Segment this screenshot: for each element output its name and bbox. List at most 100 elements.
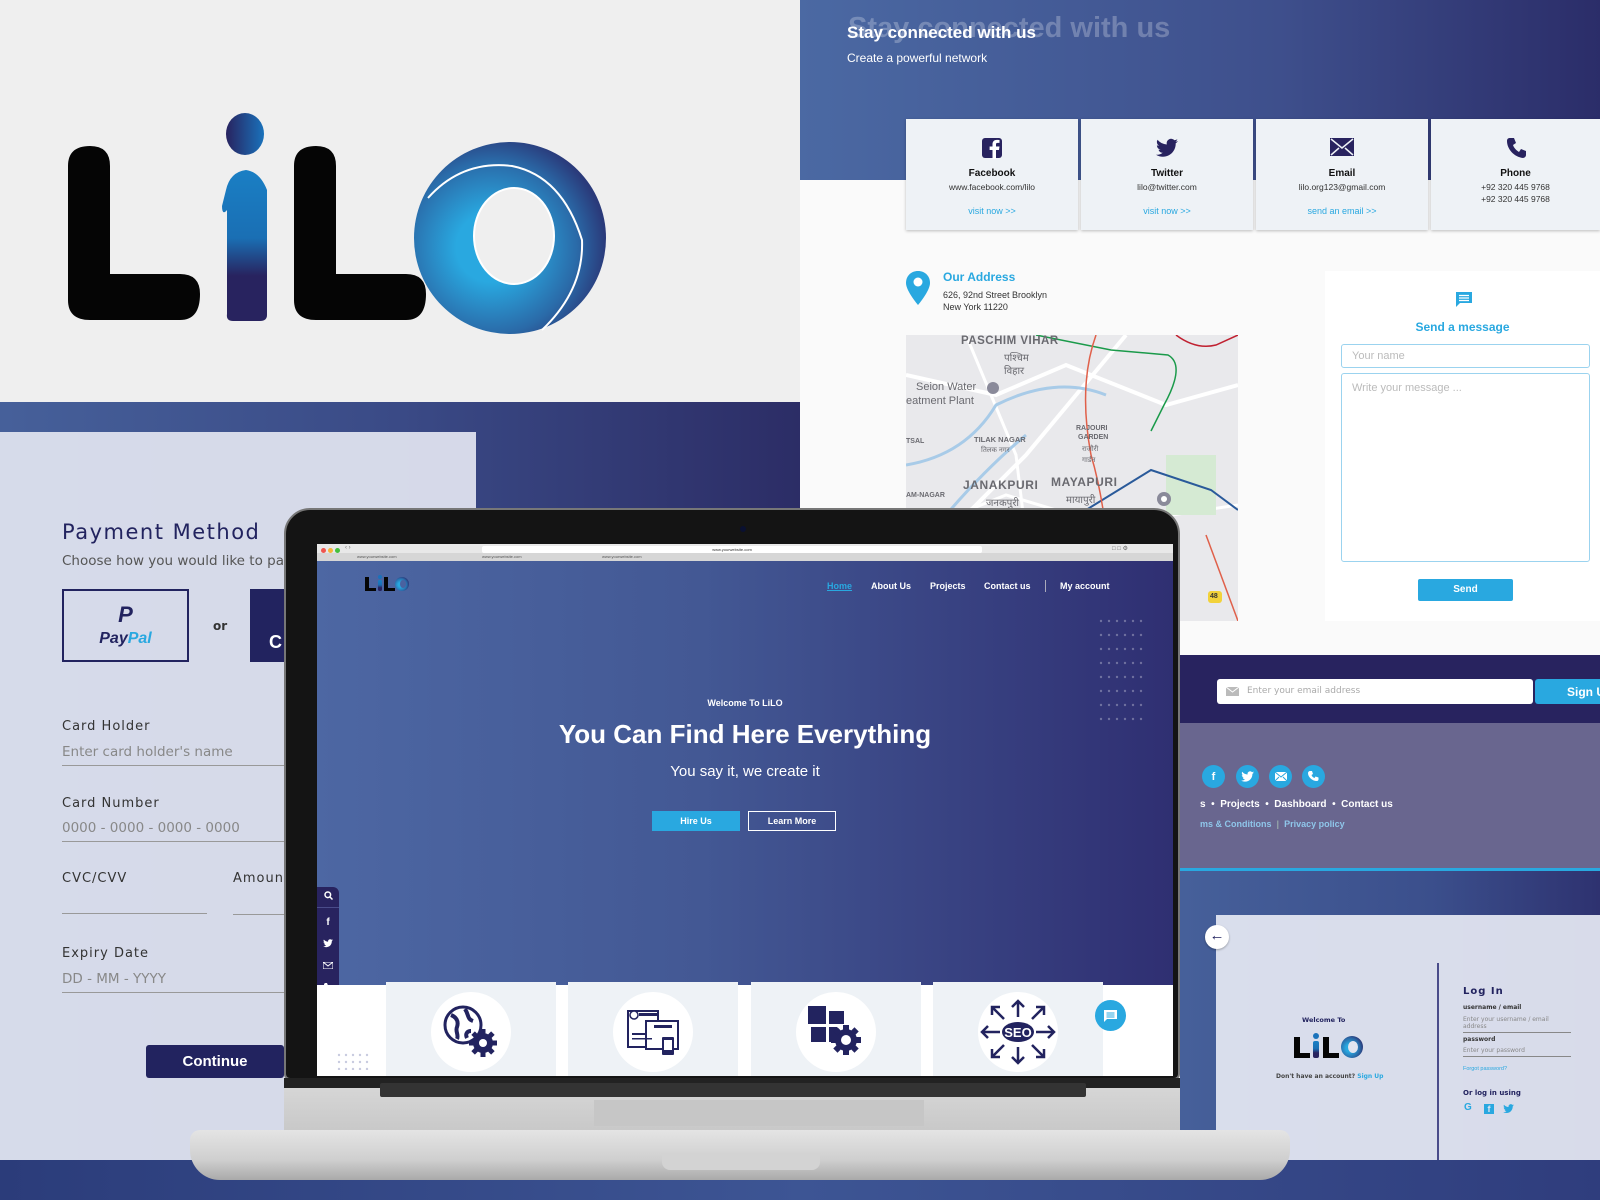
your-name-input[interactable]: Your name [1341, 344, 1590, 368]
contact-card-phone: Phone +92 320 445 9768 +92 320 445 9768 [1431, 119, 1600, 230]
card-value: +92 320 445 9768 [1481, 182, 1550, 192]
password-label: password [1463, 1036, 1496, 1043]
service-card[interactable] [386, 982, 556, 1076]
map-label: तिलक नगर [981, 447, 1010, 454]
expiry-label: Expiry Date [62, 946, 150, 961]
contact-card-facebook: Facebook www.facebook.com/lilo visit now… [906, 119, 1078, 230]
nav-my-account[interactable]: My account [1060, 581, 1110, 591]
visit-link[interactable]: visit now >> [1081, 206, 1253, 216]
google-login-icon[interactable]: G [1464, 1102, 1472, 1113]
facebook-icon[interactable]: f [317, 917, 339, 928]
email-icon[interactable] [317, 961, 339, 972]
laptop-notch [662, 1153, 820, 1170]
twitter-login-icon[interactable] [1503, 1104, 1514, 1114]
amount-input[interactable] [233, 898, 284, 915]
payment-title: Payment Method [62, 520, 261, 544]
expiry-input[interactable]: DD - MM - YYYY [62, 971, 284, 993]
or-login-using: Or log in using [1463, 1089, 1521, 1097]
card-title: Twitter [1150, 168, 1184, 179]
map-highway-badge: 48 [1210, 593, 1218, 600]
contact-subtitle: Create a powerful network [847, 51, 988, 65]
footer-facebook-icon[interactable]: f [1202, 765, 1225, 788]
card-value: lilo.org123@gmail.com [1298, 182, 1386, 192]
map-label: पश्चिम [1004, 353, 1029, 364]
forgot-password-link[interactable]: Forgot password? [1463, 1066, 1507, 1072]
service-card[interactable] [751, 982, 921, 1076]
footer-link-contact[interactable]: Contact us [1341, 799, 1393, 810]
footer-phone-icon[interactable] [1302, 765, 1325, 788]
map-label: राजौरी [1082, 446, 1099, 453]
map-label: TSAL [906, 438, 925, 445]
browser-tab[interactable]: www.yourwebsite.com [602, 553, 642, 561]
nav-about-us[interactable]: About Us [871, 581, 911, 591]
browser-tab[interactable]: www.yourwebsite.com [357, 553, 397, 561]
footer-twitter-icon[interactable] [1236, 765, 1259, 788]
chat-icon [1104, 1009, 1117, 1022]
payment-subtitle: Choose how you would like to pay [62, 553, 287, 569]
password-input[interactable]: Enter your password [1463, 1047, 1571, 1057]
service-card[interactable]: SEO [933, 982, 1103, 1076]
twitter-icon[interactable] [317, 939, 339, 951]
send-email-link[interactable]: send an email >> [1256, 206, 1428, 216]
send-button[interactable]: Send [1418, 579, 1513, 601]
paypal-label: PayPal [99, 629, 152, 647]
footer-email-icon[interactable] [1269, 765, 1292, 788]
card-holder-input[interactable]: Enter card holder's name [62, 744, 284, 766]
signup-link[interactable]: Sign Up [1357, 1073, 1383, 1080]
card-title: Facebook [968, 168, 1016, 179]
back-button[interactable]: ← [1205, 925, 1229, 949]
email-icon [1226, 687, 1239, 696]
map-label: गार्डन [1082, 457, 1096, 464]
footer-link-dashboard[interactable]: Dashboard [1274, 799, 1326, 810]
web-development-icon [431, 992, 511, 1072]
username-label: username / email [1463, 1004, 1522, 1011]
hero-headline: You Can Find Here Everything [558, 719, 932, 749]
username-input[interactable]: Enter your username / email address [1463, 1016, 1571, 1033]
nav-divider [1045, 580, 1046, 592]
contact-card-email: Email lilo.org123@gmail.com send an emai… [1256, 119, 1428, 230]
no-account-text: Don't have an account? Sign Up [1276, 1073, 1384, 1080]
browser-tab[interactable]: www.yourwebsite.com [482, 553, 522, 561]
logo-panel [0, 0, 800, 402]
laptop-keyboard [380, 1083, 1086, 1097]
footer-link-projects[interactable]: Projects [1220, 799, 1259, 810]
address-title: Our Address [943, 270, 1016, 284]
or-separator: or [213, 619, 228, 633]
paypal-button[interactable]: P PayPal [62, 589, 189, 662]
app-settings-icon [796, 992, 876, 1072]
chat-button[interactable] [1095, 1000, 1126, 1031]
message-textarea[interactable]: Write your message ... [1341, 373, 1590, 562]
nav-home[interactable]: Home [827, 581, 852, 591]
card-number-input[interactable]: 0000 - 0000 - 0000 - 0000 [62, 820, 284, 842]
address-bar[interactable]: www.yourwebsite.com [482, 546, 982, 553]
login-lilo-logo [1294, 1033, 1363, 1058]
share-icon[interactable]: □ □ ⚙ [1112, 545, 1128, 552]
continue-button[interactable]: Continue [146, 1045, 284, 1078]
nav-contact-us[interactable]: Contact us [984, 581, 1031, 591]
chat-icon [1456, 292, 1472, 307]
service-card[interactable] [568, 982, 738, 1076]
footer-link[interactable]: s [1200, 799, 1206, 810]
privacy-link[interactable]: Privacy policy [1284, 819, 1345, 829]
facebook-login-icon[interactable]: f [1484, 1104, 1494, 1114]
signup-button[interactable]: Sign Up [1535, 679, 1600, 704]
credit-card-button[interactable]: C [250, 589, 284, 662]
site-logo[interactable] [364, 574, 410, 592]
back-forward-icon[interactable]: ‹ › [345, 545, 351, 551]
search-icon[interactable] [317, 891, 339, 908]
cvc-input[interactable] [62, 898, 207, 914]
twitter-icon [1081, 137, 1253, 163]
card-value: www.facebook.com/lilo [949, 182, 1035, 192]
visit-link[interactable]: visit now >> [906, 206, 1078, 216]
footer [1180, 723, 1600, 873]
card-value-2: +92 320 445 9768 [1481, 194, 1550, 204]
newsletter-email-input[interactable]: Enter your email address [1217, 679, 1533, 704]
hire-us-button[interactable]: Hire Us [652, 811, 740, 831]
login-welcome: Welcome To [1302, 1016, 1346, 1024]
nav-projects[interactable]: Projects [930, 581, 966, 591]
browser-tabs: www.yourwebsite.com www.yourwebsite.com … [317, 553, 1173, 561]
learn-more-button[interactable]: Learn More [748, 811, 836, 831]
footer-links: s • Projects • Dashboard • Contact us [1200, 799, 1393, 810]
terms-link[interactable]: ms & Conditions [1200, 819, 1272, 829]
address-line-2: New York 11220 [943, 302, 1008, 312]
